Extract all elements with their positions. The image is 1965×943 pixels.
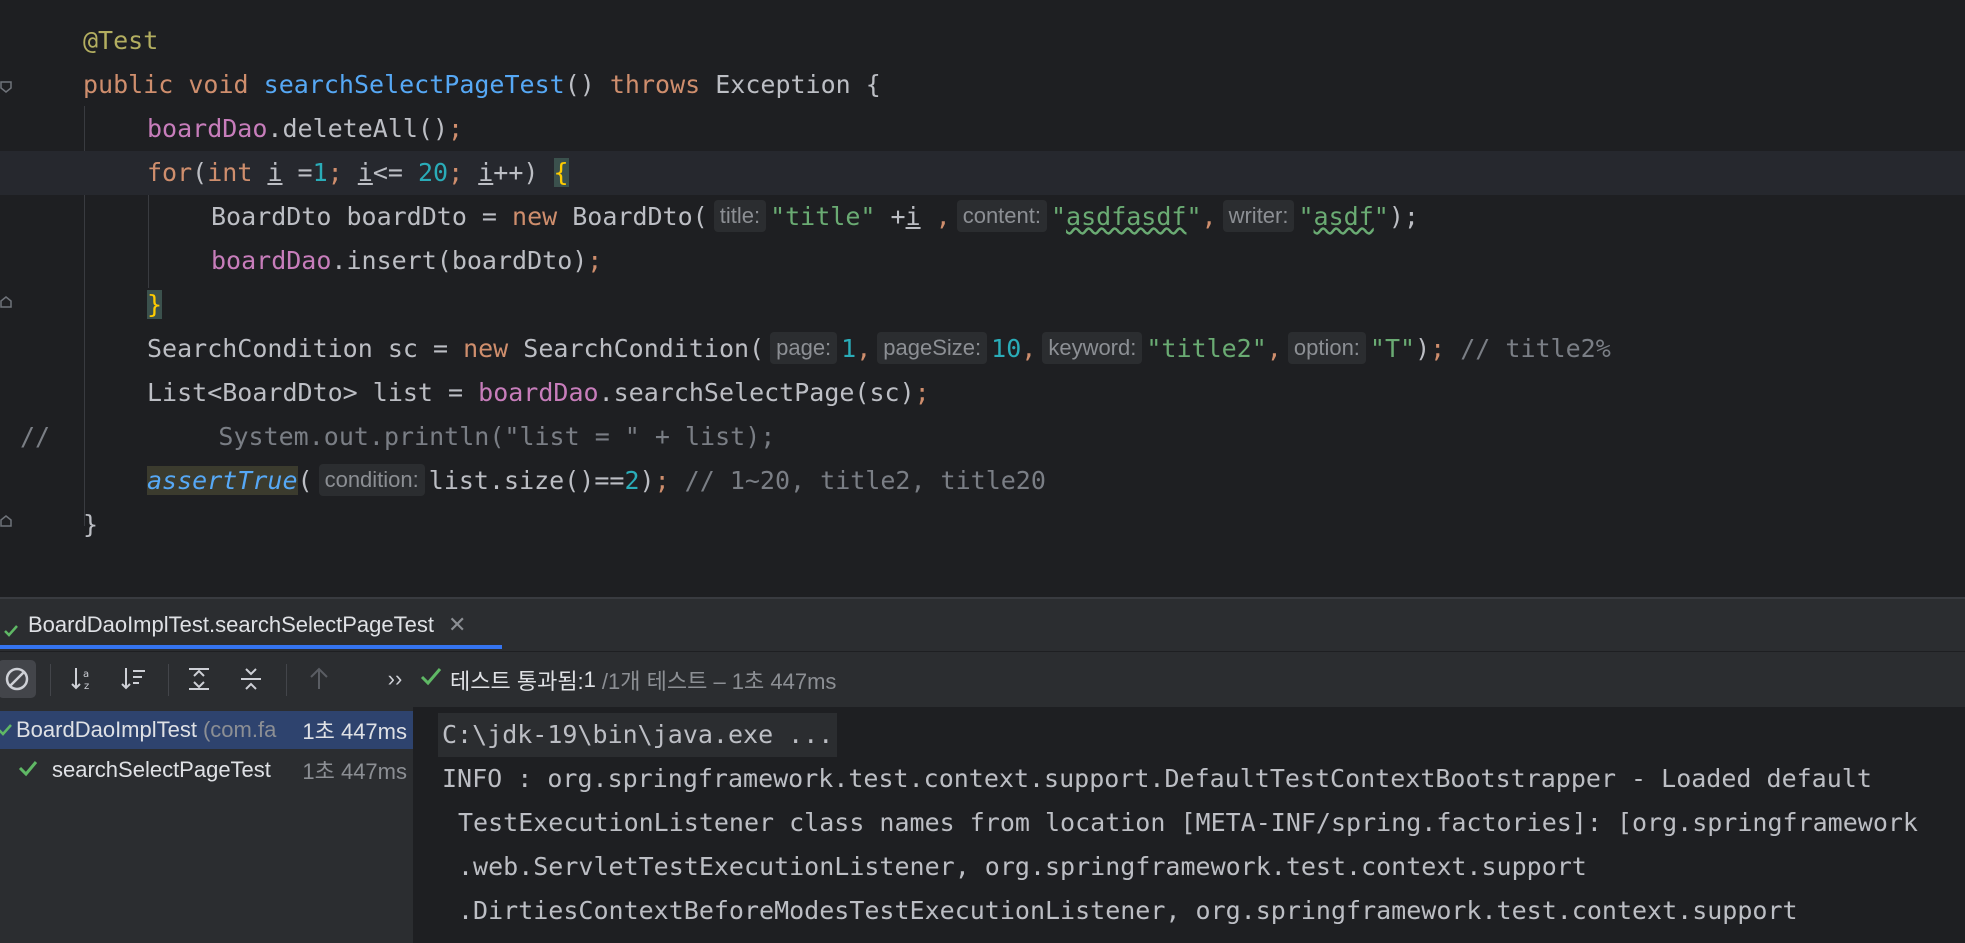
console-line: .web.ServletTestExecutionListener, org.s… — [458, 852, 1587, 881]
param-hint: condition: — [318, 464, 425, 496]
code-line[interactable]: List<BoardDto> list = boardDao.searchSel… — [0, 371, 1965, 415]
up-arrow-icon[interactable] — [300, 660, 338, 698]
svg-text:a: a — [83, 669, 89, 680]
code-line[interactable]: boardDao.insert(boardDto); — [0, 239, 1965, 283]
param-hint: page: — [770, 332, 838, 364]
param-hint: title: — [713, 200, 767, 232]
param-hint: writer: — [1222, 200, 1295, 232]
console-line: .DirtiesContextBeforeModesTestExecutionL… — [458, 896, 1798, 925]
console-line: TestExecutionListener class names from l… — [458, 808, 1918, 837]
console-output[interactable]: C:\jdk-19\bin\java.exe ... INFO : org.sp… — [414, 707, 1965, 943]
code-line[interactable]: public void searchSelectPageTest() throw… — [0, 63, 1965, 107]
sort-duration-icon[interactable] — [114, 660, 152, 698]
test-tree[interactable]: BoardDaoImplTest (com.fa 1초 447ms search… — [0, 707, 414, 943]
code-line[interactable]: SearchCondition sc = new SearchCondition… — [0, 327, 1965, 371]
code-editor[interactable]: @Test public void searchSelectPageTest()… — [0, 0, 1965, 597]
sort-alpha-icon[interactable]: az — [64, 660, 102, 698]
test-status: 테스트 통과됨: 1 /1개 테스트 – 1초 447ms — [420, 652, 836, 708]
code-line[interactable]: // System.out.println("list = " + list); — [0, 415, 1965, 459]
code-line[interactable]: @Test — [0, 19, 1965, 63]
param-hint: option: — [1287, 332, 1366, 364]
check-icon — [18, 757, 52, 783]
toolbar-separator — [286, 664, 287, 696]
check-icon — [420, 666, 446, 694]
expand-all-icon[interactable] — [180, 660, 218, 698]
console-command-line[interactable]: C:\jdk-19\bin\java.exe ... — [438, 713, 838, 757]
more-icon[interactable]: ›› — [376, 660, 414, 698]
run-tab[interactable]: BoardDaoImplTest.searchSelectPageTest ✕ — [0, 599, 466, 651]
param-hint: pageSize: — [877, 332, 988, 364]
code-line[interactable]: boardDao.deleteAll(); — [0, 107, 1965, 151]
close-icon[interactable]: ✕ — [448, 612, 466, 638]
code-line[interactable]: } — [0, 503, 1965, 547]
collapse-all-icon[interactable] — [232, 660, 270, 698]
run-tab-label: BoardDaoImplTest.searchSelectPageTest — [28, 612, 434, 637]
code-line[interactable]: } — [0, 283, 1965, 327]
console-line: INFO : org.springframework.test.context.… — [442, 764, 1872, 793]
toolbar-separator — [50, 664, 51, 696]
status-detail: /1개 테스트 – 1초 447ms — [601, 669, 837, 694]
toolbar-separator — [168, 664, 169, 696]
run-tool-window-header: BoardDaoImplTest.searchSelectPageTest ✕ — [0, 599, 1965, 651]
test-runner-toolbar: az ›› 테스트 통과됨: 1 /1개 테스트 – 1초 447ms — [0, 651, 1965, 708]
tab-selected-indicator — [0, 645, 502, 649]
status-count: 1 — [583, 667, 596, 692]
svg-text:z: z — [84, 681, 89, 692]
code-line-current[interactable]: for(int i =1; i<= 20; i++) { — [0, 151, 1965, 195]
tree-item-test-class[interactable]: BoardDaoImplTest (com.fa 1초 447ms — [0, 711, 413, 749]
tree-item-test-method[interactable]: searchSelectPageTest 1초 447ms — [0, 751, 413, 789]
status-label: 테스트 통과됨: — [450, 669, 584, 694]
code-line[interactable]: assertTrue(condition: list.size()==2); //… — [0, 459, 1965, 503]
param-hint: keyword: — [1042, 332, 1143, 364]
param-hint: content: — [956, 200, 1047, 232]
stop-icon[interactable] — [0, 660, 36, 698]
code-line[interactable]: BoardDto boardDto = new BoardDto(title: "… — [0, 195, 1965, 239]
check-icon — [0, 717, 16, 743]
check-icon — [4, 618, 18, 637]
